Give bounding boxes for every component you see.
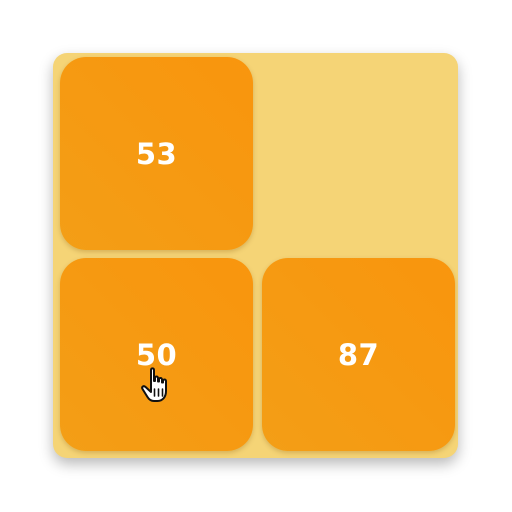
tile-value: 53 <box>135 136 178 171</box>
game-board: 53 50 87 <box>53 53 458 458</box>
tile-value: 87 <box>337 337 380 372</box>
tile-53[interactable]: 53 <box>60 57 253 250</box>
tile-50[interactable]: 50 <box>60 258 253 451</box>
tile-value: 50 <box>135 337 178 372</box>
tile-87[interactable]: 87 <box>262 258 455 451</box>
